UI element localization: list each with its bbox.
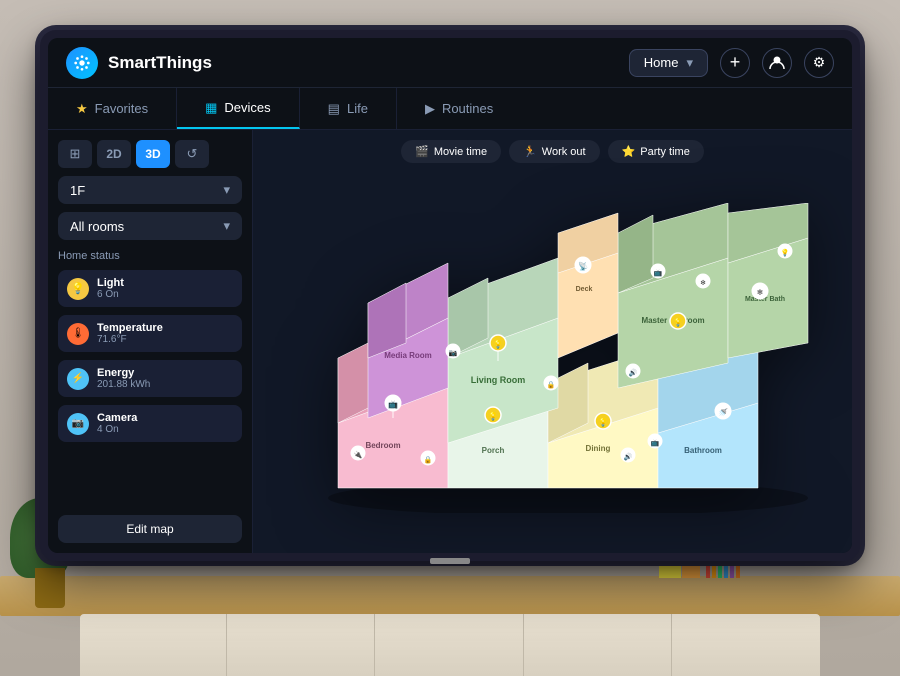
svg-text:Bedroom: Bedroom <box>365 441 400 450</box>
floor-plan: Bedroom Porch Dining Bathroom Living Roo… <box>267 173 838 543</box>
energy-value: 201.88 kWh <box>97 379 150 390</box>
temperature-name: Temperature <box>97 322 163 334</box>
svg-text:Deck: Deck <box>575 286 592 293</box>
light-name: Light <box>97 277 124 289</box>
camera-icon: 📷 <box>67 413 89 435</box>
svg-text:🔒: 🔒 <box>546 381 555 389</box>
svg-text:🔌: 🔌 <box>353 450 362 459</box>
main-content: ⊞ 2D 3D ↺ 1F ▾ All rooms ▾ <box>48 130 852 553</box>
temperature-icon: 🌡 <box>67 323 89 345</box>
svg-text:❄: ❄ <box>700 279 706 287</box>
svg-text:Media Room: Media Room <box>384 351 432 360</box>
history-view-btn[interactable]: ↺ <box>175 140 209 168</box>
svg-text:💡: 💡 <box>493 339 503 349</box>
header: SmartThings Home ▾ + ⚙ <box>48 38 852 88</box>
tab-devices[interactable]: ▦ Devices <box>177 88 300 129</box>
svg-text:💡: 💡 <box>488 411 498 421</box>
svg-text:Porch: Porch <box>481 446 504 455</box>
edit-map-button[interactable]: Edit map <box>58 515 242 543</box>
status-item-energy[interactable]: ⚡ Energy 201.88 kWh <box>58 360 242 397</box>
energy-icon: ⚡ <box>67 368 89 390</box>
light-value: 6 On <box>97 289 124 300</box>
floor-plan-svg: Bedroom Porch Dining Bathroom Living Roo… <box>288 203 818 513</box>
room-selector[interactable]: All rooms ▾ <box>58 212 242 240</box>
2d-view-btn[interactable]: 2D <box>97 140 131 168</box>
scene-movie[interactable]: 🎬 Movie time <box>401 140 501 163</box>
status-item-temperature[interactable]: 🌡 Temperature 71.6°F <box>58 315 242 352</box>
svg-text:💡: 💡 <box>673 317 683 327</box>
scene-party[interactable]: ⭐ Party time <box>608 140 704 163</box>
scene-workout[interactable]: 🏃 Work out <box>509 140 600 163</box>
svg-text:Living Room: Living Room <box>470 375 525 385</box>
svg-text:📺: 📺 <box>388 400 398 409</box>
svg-text:💡: 💡 <box>780 248 789 257</box>
profile-button[interactable] <box>762 48 792 78</box>
settings-button[interactable]: ⚙ <box>804 48 834 78</box>
camera-value: 4 On <box>97 424 137 435</box>
light-icon: 💡 <box>67 278 89 300</box>
nav-tabs: ★ Favorites ▦ Devices ▤ Life ▶ Routines <box>48 88 852 130</box>
svg-text:🔒: 🔒 <box>423 456 432 464</box>
svg-text:📺: 📺 <box>653 269 662 277</box>
status-item-camera[interactable]: 📷 Camera 4 On <box>58 405 242 442</box>
svg-text:Bathroom: Bathroom <box>684 446 722 455</box>
header-controls: Home ▾ + ⚙ <box>629 48 834 78</box>
logo-area: SmartThings <box>66 47 629 79</box>
tab-life[interactable]: ▤ Life <box>300 88 397 129</box>
map-area: 🎬 Movie time 🏃 Work out ⭐ Party time <box>253 130 852 553</box>
svg-text:🔊: 🔊 <box>623 452 632 461</box>
status-item-light[interactable]: 💡 Light 6 On <box>58 270 242 307</box>
floor-selector[interactable]: 1F ▾ <box>58 176 242 204</box>
3d-view-btn[interactable]: 3D <box>136 140 170 168</box>
energy-name: Energy <box>97 367 150 379</box>
scene-bar: 🎬 Movie time 🏃 Work out ⭐ Party time <box>267 140 838 163</box>
svg-text:📷: 📷 <box>448 349 457 357</box>
svg-text:💡: 💡 <box>598 417 608 427</box>
svg-text:❄: ❄ <box>756 288 763 297</box>
camera-name: Camera <box>97 412 137 424</box>
svg-text:🚿: 🚿 <box>718 407 728 417</box>
svg-text:📡: 📡 <box>578 261 588 271</box>
home-selector[interactable]: Home ▾ <box>629 49 708 77</box>
svg-text:📺: 📺 <box>650 439 659 447</box>
app-name: SmartThings <box>108 53 212 73</box>
smartthings-logo <box>66 47 98 79</box>
grid-view-btn[interactable]: ⊞ <box>58 140 92 168</box>
tab-routines[interactable]: ▶ Routines <box>397 88 521 129</box>
tab-favorites[interactable]: ★ Favorites <box>48 88 177 129</box>
temperature-value: 71.6°F <box>97 334 163 345</box>
view-controls: ⊞ 2D 3D ↺ <box>58 140 242 168</box>
svg-text:Dining: Dining <box>585 444 610 453</box>
svg-text:🔊: 🔊 <box>628 368 637 377</box>
add-button[interactable]: + <box>720 48 750 78</box>
home-status-title: Home status <box>58 250 242 262</box>
sidebar: ⊞ 2D 3D ↺ 1F ▾ All rooms ▾ <box>48 130 253 553</box>
